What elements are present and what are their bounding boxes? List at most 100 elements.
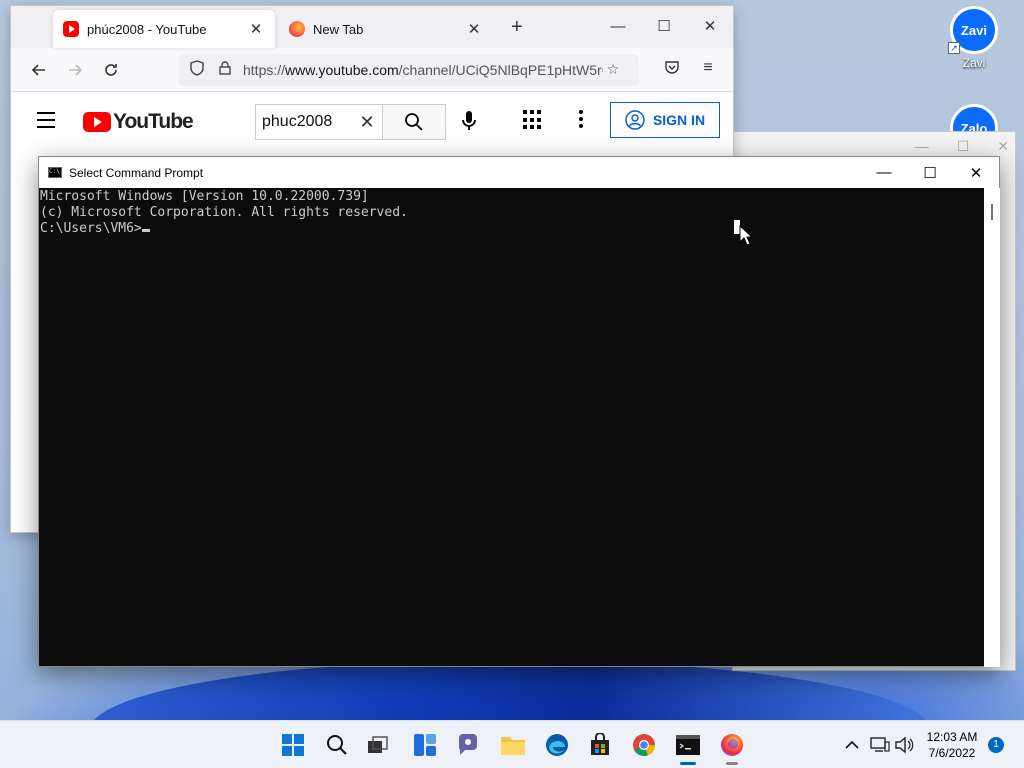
youtube-wordmark: YouTube: [113, 110, 194, 133]
youtube-logo[interactable]: YouTube: [83, 110, 194, 134]
volume-button[interactable]: [888, 729, 920, 761]
tab-new-tab[interactable]: New Tab ✕: [279, 10, 493, 48]
voice-search-mic-icon[interactable]: [461, 110, 477, 137]
network-monitor-icon: [870, 737, 890, 752]
url-bar[interactable]: https://www.youtube.com/channel/UCiQ5NlB…: [179, 53, 639, 86]
forward-button[interactable]: [59, 54, 91, 86]
firefox-favicon-icon: [289, 21, 305, 37]
url-path: /channel/UCiQ5NlBqPE1pHtW5rQ: [398, 61, 603, 78]
console-line: (c) Microsoft Corporation. All rights re…: [40, 205, 408, 220]
console-line: Microsoft Windows [Version 10.0.22000.73…: [40, 189, 369, 204]
maximize-icon[interactable]: ☐: [957, 138, 970, 155]
search-icon: [327, 735, 347, 755]
bookmark-star-icon[interactable]: ☆: [603, 61, 623, 78]
clock[interactable]: 12:03 AM 7/6/2022: [920, 729, 984, 761]
youtube-masthead: YouTube phuc2008 ✕ SIGN IN: [11, 92, 733, 152]
url-domain: www.youtube.com: [285, 61, 399, 78]
minimize-icon[interactable]: —: [915, 138, 929, 155]
chevron-up-icon: [845, 740, 859, 749]
cmd-title-bar[interactable]: C:\ Select Command Prompt — ☐ ✕: [39, 157, 999, 188]
cmd-window-title: Select Command Prompt: [69, 165, 204, 180]
terminal-button[interactable]: [672, 729, 704, 765]
notification-badge[interactable]: 1: [988, 737, 1004, 753]
console-prompt-line: C:\Users\VM6>: [40, 221, 999, 237]
teams-chat-icon: [458, 734, 477, 755]
search-value: phuc2008: [262, 113, 333, 130]
forward-arrow-icon: [69, 63, 83, 76]
start-button[interactable]: [277, 729, 309, 761]
edge-icon: [546, 734, 568, 756]
command-prompt-icon: [676, 735, 700, 755]
chat-button[interactable]: [452, 729, 484, 761]
widgets-button[interactable]: [409, 729, 441, 761]
scrollbar-thumb[interactable]: [991, 204, 993, 220]
active-app-indicator: [680, 762, 696, 765]
navigation-toolbar: https://www.youtube.com/channel/UCiQ5NlB…: [11, 48, 733, 92]
menu-hamburger-icon[interactable]: ≡: [695, 59, 721, 80]
desktop-icon-label: Zavi: [962, 56, 986, 70]
more-vertical-icon[interactable]: [579, 110, 583, 131]
tab-close-icon[interactable]: ✕: [465, 20, 483, 38]
youtube-favicon-icon: [63, 21, 79, 37]
command-prompt-window[interactable]: C:\ Select Command Prompt — ☐ ✕ Microsof…: [38, 156, 1000, 667]
console-output[interactable]: Microsoft Windows [Version 10.0.22000.73…: [39, 188, 1000, 667]
taskbar: 12:03 AM 7/6/2022 1: [0, 720, 1024, 768]
new-tab-button[interactable]: +: [511, 16, 523, 39]
reload-button[interactable]: [95, 54, 127, 86]
vertical-scrollbar[interactable]: [984, 188, 1000, 667]
minimize-button[interactable]: —: [861, 158, 907, 188]
tracking-protection-shield-icon[interactable]: [187, 60, 207, 79]
windows-logo-icon: [282, 734, 304, 756]
chrome-icon: [633, 734, 656, 757]
maximize-button[interactable]: ☐: [907, 158, 953, 188]
search-icon: [405, 113, 423, 131]
back-arrow-icon: [31, 63, 45, 76]
shortcut-arrow-icon: ↗: [948, 42, 960, 54]
cmd-app-icon: C:\: [48, 167, 62, 178]
apps-grid-icon[interactable]: [523, 110, 543, 130]
reload-icon: [105, 63, 117, 76]
task-view-button[interactable]: [362, 729, 394, 761]
youtube-search-input[interactable]: phuc2008 ✕: [255, 104, 383, 140]
sign-in-button[interactable]: SIGN IN: [610, 102, 720, 138]
minimize-button[interactable]: —: [595, 6, 641, 46]
lock-icon[interactable]: [215, 61, 235, 78]
mouse-pointer-icon: [734, 220, 754, 251]
edge-button[interactable]: [541, 729, 573, 761]
close-icon[interactable]: ✕: [997, 138, 1009, 155]
sign-in-label: SIGN IN: [652, 112, 706, 128]
maximize-button[interactable]: ☐: [641, 6, 687, 46]
widgets-icon: [414, 734, 436, 756]
taskbar-search-button[interactable]: [321, 729, 353, 761]
firefox-icon: [721, 734, 743, 756]
store-bag-icon: [591, 733, 609, 755]
task-view-icon: [368, 736, 388, 753]
tab-title: phúc2008 - YouTube: [87, 21, 207, 37]
tab-close-icon[interactable]: ✕: [247, 20, 265, 38]
desktop-icon-zavi[interactable]: Zavi ↗ Zavi: [946, 6, 1002, 70]
console-prompt: C:\Users\VM6>: [40, 221, 142, 236]
account-icon: [625, 110, 645, 130]
url-text: https://www.youtube.com/channel/UCiQ5NlB…: [243, 62, 603, 78]
close-button[interactable]: ✕: [953, 158, 999, 188]
running-app-indicator: [726, 762, 738, 765]
speaker-icon: [895, 736, 914, 754]
url-scheme: https://: [243, 61, 286, 78]
chrome-button[interactable]: [628, 729, 660, 761]
clock-time: 12:03 AM: [926, 730, 978, 744]
tab-strip: phúc2008 - YouTube ✕ New Tab ✕ + — ☐ ✕: [11, 6, 733, 48]
clock-date: 7/6/2022: [928, 746, 976, 760]
file-explorer-button[interactable]: [497, 729, 529, 761]
back-button[interactable]: [23, 54, 55, 86]
folder-icon: [501, 737, 525, 755]
pocket-icon[interactable]: [659, 59, 685, 80]
youtube-search-button[interactable]: [382, 104, 446, 140]
firefox-button[interactable]: [716, 729, 748, 765]
tab-title: New Tab: [313, 21, 364, 37]
clear-search-icon[interactable]: ✕: [352, 112, 382, 133]
guide-menu-icon[interactable]: [37, 112, 55, 133]
tab-youtube[interactable]: phúc2008 - YouTube ✕: [53, 10, 275, 48]
text-cursor: [141, 229, 150, 232]
close-button[interactable]: ✕: [687, 6, 733, 46]
store-button[interactable]: [584, 729, 616, 761]
